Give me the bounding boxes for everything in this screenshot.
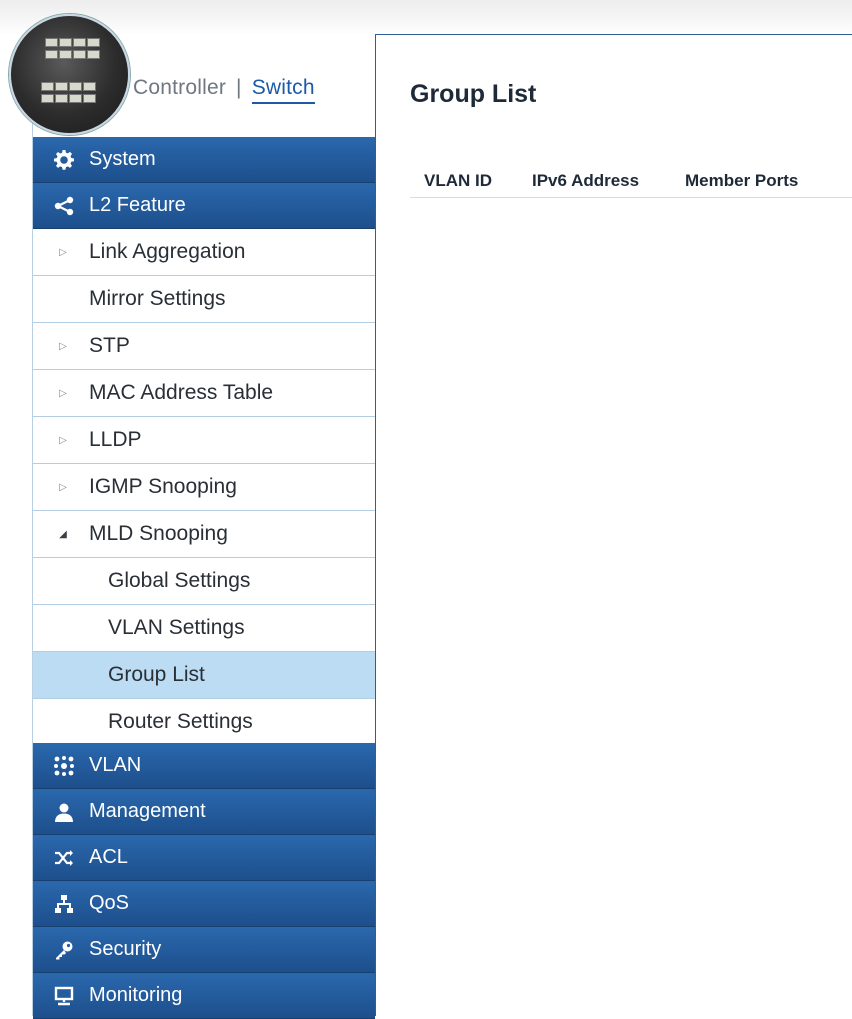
switch-link[interactable]: Switch xyxy=(251,76,315,104)
nav-mld-snooping[interactable]: ◢ MLD Snooping xyxy=(33,511,375,558)
chevron-right-icon: ▷ xyxy=(59,481,67,493)
nav-label: Link Aggregation xyxy=(89,240,246,263)
nav-igmp-snooping[interactable]: ▷ IGMP Snooping xyxy=(33,464,375,511)
nav-label: MAC Address Table xyxy=(89,381,274,404)
chevron-right-icon: ▷ xyxy=(59,246,67,258)
column-header-vlan-id: VLAN ID xyxy=(424,171,492,190)
column-header-member-ports: Member Ports xyxy=(685,171,799,190)
nav-acl[interactable]: ACL xyxy=(33,835,375,881)
nav-vlan[interactable]: VLAN xyxy=(33,743,375,789)
key-icon xyxy=(53,939,75,961)
chevron-right-icon: ▷ xyxy=(59,434,67,446)
nav-label: L2 Feature xyxy=(89,194,186,216)
nav-label: Global Settings xyxy=(108,569,251,592)
nav-mac-address-table[interactable]: ▷ MAC Address Table xyxy=(33,370,375,417)
top-divider xyxy=(375,34,852,35)
sidebar-header: Controller | Switch xyxy=(9,14,375,137)
shuffle-icon xyxy=(53,847,75,869)
chevron-down-icon: ◢ xyxy=(59,528,67,540)
nav-label: Monitoring xyxy=(89,984,183,1006)
nav-link-aggregation[interactable]: ▷ Link Aggregation xyxy=(33,229,375,276)
nav-l2-feature[interactable]: L2 Feature xyxy=(33,183,375,229)
nav-label: VLAN xyxy=(89,754,142,776)
nav-label: IGMP Snooping xyxy=(89,475,237,498)
controller-link[interactable]: Controller xyxy=(133,76,226,99)
user-icon xyxy=(53,801,75,823)
nav-lldp[interactable]: ▷ LLDP xyxy=(33,417,375,464)
nav-label: Router Settings xyxy=(108,710,253,733)
nav-label: QoS xyxy=(89,892,130,914)
group-list-table-header: VLAN ID IPv6 Address Member Ports xyxy=(410,165,852,198)
nav-label: MLD Snooping xyxy=(89,522,228,545)
top-bar xyxy=(0,0,852,36)
nav-label: Group List xyxy=(108,663,205,686)
sidebar: Controller | Switch System L2 Feature ▷ Li… xyxy=(9,14,376,1019)
nav-qos[interactable]: QoS xyxy=(33,881,375,927)
vlan-icon xyxy=(53,755,75,777)
switch-logo xyxy=(9,14,130,135)
nav-label: VLAN Settings xyxy=(108,616,245,639)
nav-stp[interactable]: ▷ STP xyxy=(33,323,375,370)
nav-global-settings[interactable]: Global Settings xyxy=(33,558,375,605)
mode-switcher: Controller | Switch xyxy=(133,76,315,104)
nav-router-settings[interactable]: Router Settings xyxy=(33,699,375,746)
share-icon xyxy=(53,195,75,217)
nav-system[interactable]: System xyxy=(33,137,375,183)
mode-separator: | xyxy=(236,76,242,99)
nav-label: STP xyxy=(89,334,130,357)
nav-label: Mirror Settings xyxy=(89,287,226,310)
nav-label: Security xyxy=(89,938,162,960)
nav-management[interactable]: Management xyxy=(33,789,375,835)
nav-label: LLDP xyxy=(89,428,142,451)
nav-monitoring[interactable]: Monitoring xyxy=(33,973,375,1019)
nav-vlan-settings[interactable]: VLAN Settings xyxy=(33,605,375,652)
chevron-right-icon: ▷ xyxy=(59,340,67,352)
nav-label: System xyxy=(89,148,156,170)
nav-group-list[interactable]: Group List xyxy=(33,652,375,699)
monitor-icon xyxy=(53,985,75,1007)
column-header-ipv6-address: IPv6 Address xyxy=(532,171,640,190)
network-icon xyxy=(53,893,75,915)
nav-mirror-settings[interactable]: Mirror Settings xyxy=(33,276,375,323)
nav-label: Management xyxy=(89,800,206,822)
nav-label: ACL xyxy=(89,846,128,868)
gear-icon xyxy=(53,149,75,171)
nav-security[interactable]: Security xyxy=(33,927,375,973)
page-title: Group List xyxy=(410,80,537,108)
chevron-right-icon: ▷ xyxy=(59,387,67,399)
